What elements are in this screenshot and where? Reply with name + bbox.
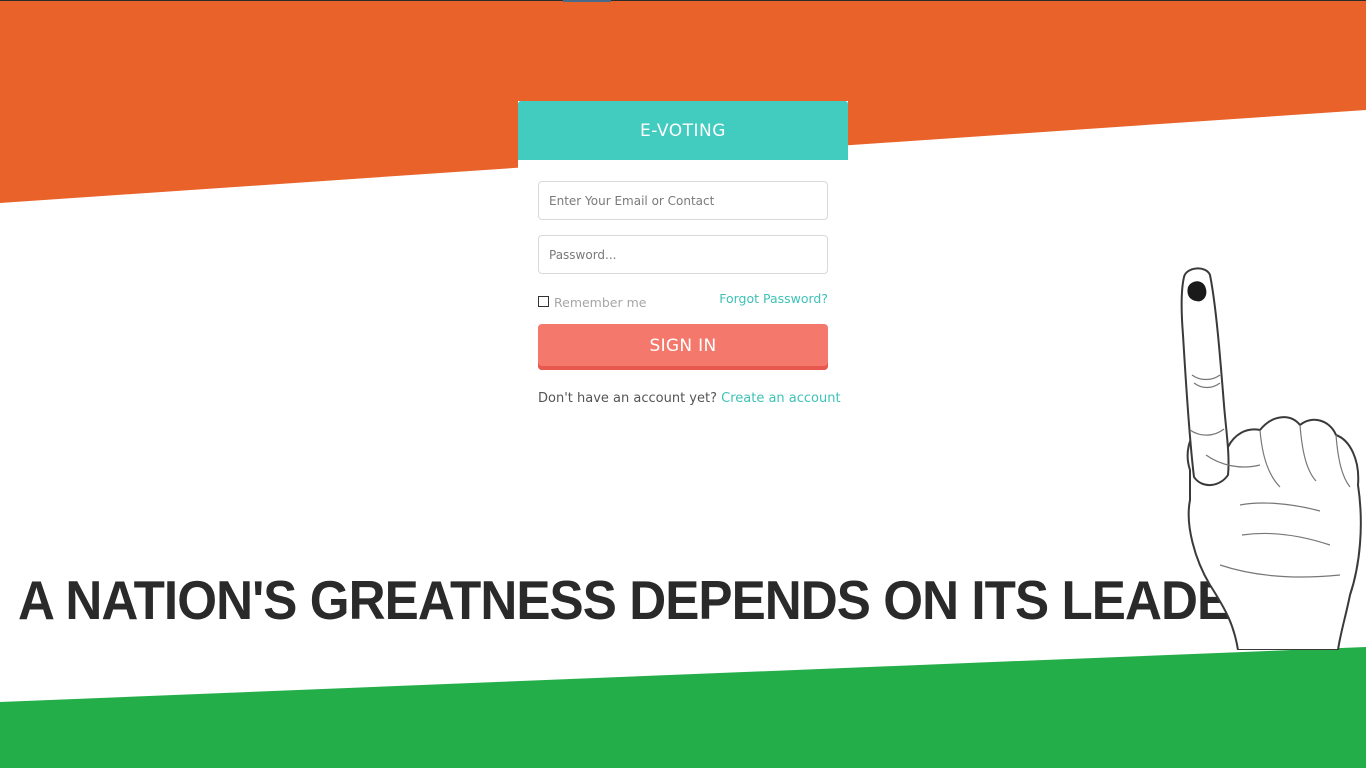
voting-finger-hand-icon	[1180, 267, 1362, 650]
slogan-text: A NATION'S GREATNESS DEPENDS ON ITS LEAD…	[18, 569, 1267, 631]
remember-me-group: Remember me	[538, 292, 646, 310]
remember-me-label: Remember me	[554, 295, 647, 310]
green-band	[0, 647, 1366, 768]
remember-me-checkbox[interactable]	[538, 295, 549, 307]
password-field[interactable]	[538, 235, 828, 274]
sign-in-button[interactable]: SIGN IN	[538, 324, 828, 370]
create-account-link[interactable]: Create an account	[721, 391, 840, 406]
email-field[interactable]	[538, 181, 828, 220]
login-panel: E-VOTING Remember me Forgot Password? SI…	[518, 101, 848, 431]
login-title: E-VOTING	[518, 101, 848, 160]
top-border	[0, 0, 1366, 1]
top-tab-marker	[563, 0, 611, 2]
forgot-password-link[interactable]: Forgot Password?	[719, 291, 828, 306]
signup-prompt: Don't have an account yet? Create an acc…	[538, 391, 841, 406]
no-account-text: Don't have an account yet?	[538, 391, 722, 406]
login-page: E-VOTING Remember me Forgot Password? SI…	[0, 0, 1366, 768]
